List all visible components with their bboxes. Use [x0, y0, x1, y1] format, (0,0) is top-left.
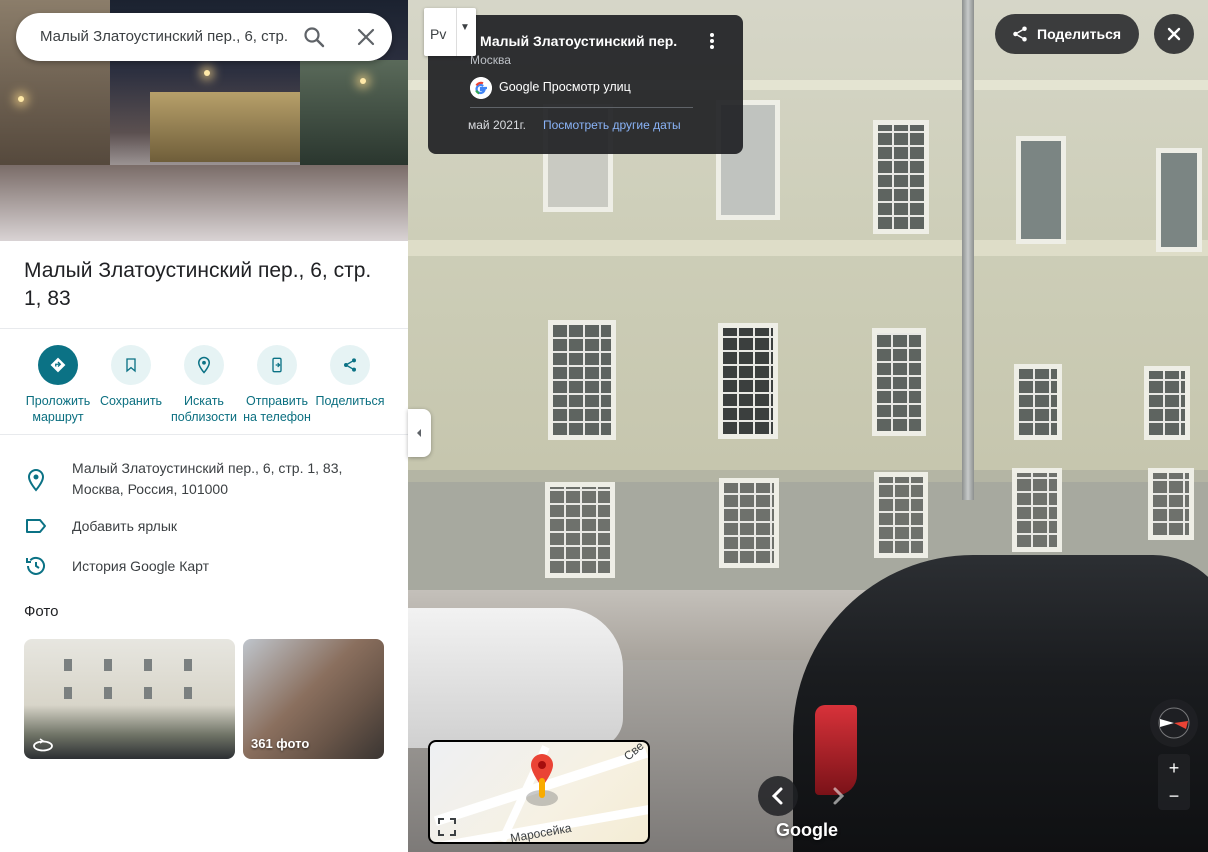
- fullscreen-icon[interactable]: [436, 816, 458, 838]
- sv-capture-date: май 2021г.: [468, 118, 526, 132]
- hero-lamp: [360, 78, 366, 84]
- share-icon: [330, 345, 370, 385]
- label-icon: [26, 519, 46, 533]
- window-grated: [872, 328, 926, 436]
- window: [1016, 136, 1066, 244]
- send-to-phone-icon: [257, 345, 297, 385]
- language-dropdown[interactable]: Pv ▼: [424, 8, 476, 56]
- sv-share-button[interactable]: Поделиться: [995, 14, 1139, 54]
- sv-city: Москва: [470, 53, 511, 67]
- action-bar: Проложить маршрут Сохранить Искать побли…: [0, 343, 408, 433]
- place-title: Малый Златоустинский пер., 6, стр. 1, 83: [24, 259, 372, 310]
- basement-window: [1148, 468, 1194, 540]
- divider: [456, 8, 457, 56]
- nearby-search-label: Искать поблизости: [170, 394, 238, 424]
- sv-provider: Google Просмотр улиц: [499, 80, 631, 94]
- window: [1156, 148, 1202, 252]
- chevron-left-icon: [417, 429, 421, 437]
- mini-map[interactable]: Маросейка Све: [428, 740, 650, 844]
- chevron-down-icon: ▼: [460, 22, 470, 33]
- basement-window: [874, 472, 928, 558]
- add-label-text: Добавить ярлык: [72, 518, 178, 534]
- sv-location-title: Малый Златоустинский пер.: [480, 33, 678, 49]
- window-grated: [1144, 366, 1190, 440]
- close-street-view-button[interactable]: [1154, 14, 1194, 54]
- directions-icon: [38, 345, 78, 385]
- hero-building-center: [150, 92, 300, 162]
- basement-window: [545, 482, 615, 578]
- window-grated: [873, 120, 929, 234]
- maps-history-text: История Google Карт: [72, 558, 210, 574]
- directions-label: Проложить маршрут: [25, 394, 91, 424]
- location-pin-icon: [27, 468, 45, 492]
- search-icon[interactable]: [302, 25, 326, 49]
- share-place-button[interactable]: Поделиться: [311, 343, 389, 409]
- zoom-out-button[interactable]: −: [1158, 782, 1190, 810]
- close-icon[interactable]: [354, 25, 378, 49]
- send-to-phone-button[interactable]: Отправить на телефон: [238, 343, 316, 425]
- next-image-button[interactable]: [818, 776, 858, 816]
- building-plinth: [408, 470, 1208, 482]
- search-input[interactable]: Малый Златоустинский пер., 6, стр. 1, 83: [40, 13, 290, 61]
- photo-street-view[interactable]: [24, 639, 235, 759]
- share-icon: [1013, 26, 1027, 42]
- photos-heading: Фото: [24, 603, 59, 620]
- photo-count: 361 фото: [251, 736, 310, 751]
- zoom-control: + −: [1158, 754, 1190, 810]
- language-label: Pv: [430, 26, 447, 42]
- window-grated: [548, 320, 616, 440]
- zoom-in-button[interactable]: +: [1158, 754, 1190, 782]
- previous-image-button[interactable]: [758, 776, 798, 816]
- address-line-2: Москва, Россия, 101000: [72, 481, 228, 497]
- google-logo-icon: [470, 77, 492, 99]
- google-watermark: Google: [776, 820, 838, 840]
- street-view-360-icon: [33, 738, 53, 752]
- photo-gallery[interactable]: 361 фото: [243, 639, 384, 759]
- compass-button[interactable]: [1150, 699, 1198, 747]
- close-icon: [1167, 27, 1181, 41]
- divider: [0, 434, 408, 435]
- window-grated: [1014, 364, 1062, 440]
- location-pin-icon: [526, 754, 558, 806]
- hero-street: [0, 165, 408, 241]
- basement-window: [719, 478, 779, 568]
- address-line-1: Малый Златоустинский пер., 6, стр. 1, 83…: [72, 460, 343, 476]
- save-label: Сохранить: [99, 394, 163, 408]
- building-cornice: [408, 240, 1208, 256]
- send-to-phone-label: Отправить на телефон: [243, 394, 311, 424]
- white-car: [408, 608, 623, 748]
- hero-lamp: [18, 96, 24, 102]
- history-icon: [26, 556, 45, 575]
- drain-pipe: [962, 0, 974, 500]
- window-grated: [718, 323, 778, 439]
- nearby-search-button[interactable]: Искать поблизости: [165, 343, 243, 425]
- directions-button[interactable]: Проложить маршрут: [19, 343, 97, 425]
- basement-window: [1012, 468, 1062, 552]
- hero-lamp: [204, 70, 210, 76]
- divider: [470, 107, 693, 108]
- other-dates-link[interactable]: Посмотреть другие даты: [543, 118, 681, 132]
- sv-share-label: Поделиться: [1037, 26, 1122, 42]
- chevron-right-icon: [833, 787, 845, 805]
- collapse-panel-button[interactable]: [408, 409, 431, 457]
- side-panel: Малый Златоустинский пер., 6, стр. 1, 83…: [0, 0, 408, 852]
- compass-icon: [1158, 707, 1190, 739]
- share-place-label: Поделиться: [315, 394, 385, 408]
- search-box[interactable]: Малый Златоустинский пер., 6, стр. 1, 83: [16, 13, 392, 61]
- save-button[interactable]: Сохранить: [92, 343, 170, 409]
- bookmark-icon: [111, 345, 151, 385]
- divider: [0, 328, 408, 329]
- more-vert-icon[interactable]: [704, 31, 720, 51]
- chevron-left-icon: [771, 787, 783, 805]
- nearby-search-icon: [184, 345, 224, 385]
